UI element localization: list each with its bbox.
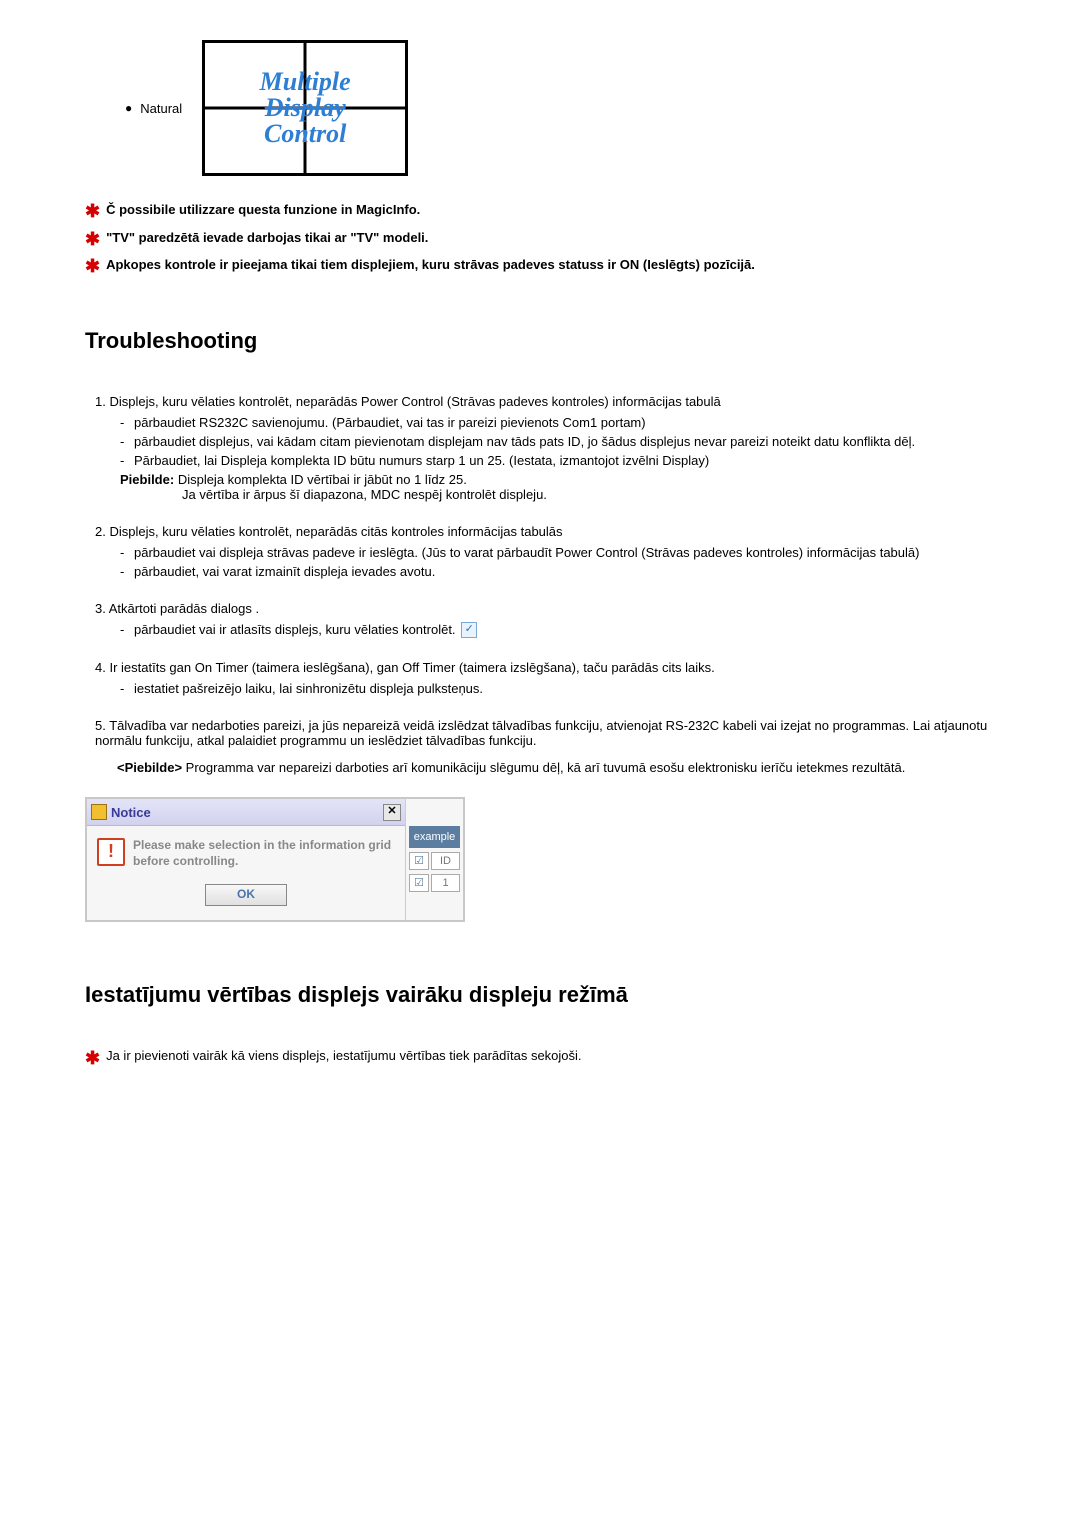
notice-dialog: Notice ✕ ! Please make selection in the …: [85, 797, 465, 921]
ts-number: 1.: [95, 394, 106, 409]
natural-label: Natural: [140, 101, 182, 116]
note-text: "TV" paredzētā ievade darbojas tikai ar …: [106, 229, 428, 251]
notice-titlebar: Notice ✕: [87, 799, 405, 826]
feature-notes: ✱ Č possibile utilizzare questa funzione…: [85, 201, 995, 278]
piebilde-label: <Piebilde>: [117, 760, 182, 775]
note-item: ✱ Apkopes kontrole ir pieejama tikai tie…: [85, 256, 995, 278]
settings-heading: Iestatījumu vērtības displejs vairāku di…: [85, 982, 995, 1008]
ts-main-text: Ir iestatīts gan On Timer (taimera ieslē…: [109, 660, 714, 675]
ts-main-text: Displejs, kuru vēlaties kontrolēt, nepar…: [109, 394, 720, 409]
ts-sub-text: pārbaudiet vai displeja strāvas padeve i…: [134, 545, 919, 560]
ts-number: 2.: [95, 524, 106, 539]
piebilde-text: Programma var nepareizi darboties arī ko…: [186, 760, 906, 775]
ts-item-5: 5. Tālvadība var nedarboties pareizi, ja…: [95, 718, 995, 775]
settings-note-text: Ja ir pievienoti vairāk kā viens displej…: [106, 1048, 581, 1070]
ts-item-1: 1. Displejs, kuru vēlaties kontrolēt, ne…: [95, 394, 995, 502]
ts-main-text: Atkārtoti parādās dialogs .: [109, 601, 259, 616]
id-value: 1: [431, 874, 460, 892]
note-text: Č possibile utilizzare questa funzione i…: [106, 201, 420, 223]
ts-sub-text: pārbaudiet RS232C savienojumu. (Pārbaudi…: [134, 415, 646, 430]
ok-button[interactable]: OK: [205, 884, 287, 906]
troubleshooting-heading: Troubleshooting: [85, 328, 995, 354]
note-item: ✱ "TV" paredzētā ievade darbojas tikai a…: [85, 229, 995, 251]
piebilde-label: Piebilde:: [120, 472, 174, 487]
natural-mode-row: ● Natural Multiple Display Control: [125, 40, 995, 176]
checkbox-icon[interactable]: ☑: [409, 874, 429, 892]
checkbox-header-icon: ☑: [409, 852, 429, 870]
piebilde-text: Ja vērtība ir ārpus šī diapazona, MDC ne…: [182, 487, 995, 502]
mdc-logo: Multiple Display Control: [202, 40, 408, 176]
ts-sub-text: pārbaudiet vai ir atlasīts displejs, kur…: [134, 622, 456, 637]
ts-number: 3.: [95, 601, 106, 616]
note-text: Apkopes kontrole ir pieejama tikai tiem …: [106, 256, 755, 278]
piebilde-block: Piebilde: Displeja komplekta ID vērtībai…: [120, 472, 995, 502]
example-label: example: [409, 826, 460, 848]
close-icon[interactable]: ✕: [383, 804, 401, 821]
ts-item-4: 4. Ir iestatīts gan On Timer (taimera ie…: [95, 660, 995, 696]
ts-number: 4.: [95, 660, 106, 675]
note-item: ✱ Č possibile utilizzare questa funzione…: [85, 201, 995, 223]
ts-item-3: 3. Atkārtoti parādās dialogs . - pārbaud…: [95, 601, 995, 639]
id-header: ID: [431, 852, 460, 870]
ts-item-2: 2. Displejs, kuru vēlaties kontrolēt, ne…: [95, 524, 995, 579]
ts-sub-text: Pārbaudiet, lai Displeja komplekta ID bū…: [134, 453, 709, 468]
notice-message: Please make selection in the information…: [133, 838, 395, 869]
ts-sub-text: pārbaudiet displejus, vai kādam citam pi…: [134, 434, 915, 449]
notice-app-icon: [91, 804, 107, 820]
bullet-icon: ●: [125, 101, 132, 115]
troubleshooting-list: 1. Displejs, kuru vēlaties kontrolēt, ne…: [95, 394, 995, 776]
ts-sub-text: iestatiet pašreizējo laiku, lai sinhroni…: [134, 681, 483, 696]
star-icon: ✱: [85, 229, 100, 251]
ts-sub-text: pārbaudiet, vai varat izmainīt displeja …: [134, 564, 435, 579]
notice-title: Notice: [111, 805, 383, 820]
star-icon: ✱: [85, 1048, 100, 1070]
ts-main-text: Displejs, kuru vēlaties kontrolēt, nepar…: [109, 524, 562, 539]
notice-example-panel: example ☑ ID ☑ 1: [405, 799, 463, 919]
warning-icon: !: [97, 838, 125, 866]
checkbox-icon: ✓: [461, 622, 477, 638]
star-icon: ✱: [85, 256, 100, 278]
star-icon: ✱: [85, 201, 100, 223]
mdc-logo-text: Multiple Display Control: [260, 69, 351, 147]
ts-main-text: Tālvadība var nedarboties pareizi, ja jū…: [95, 718, 987, 748]
ts-number: 5.: [95, 718, 106, 733]
piebilde-text: Displeja komplekta ID vērtībai ir jābūt …: [178, 472, 467, 487]
settings-note: ✱ Ja ir pievienoti vairāk kā viens displ…: [85, 1048, 995, 1070]
